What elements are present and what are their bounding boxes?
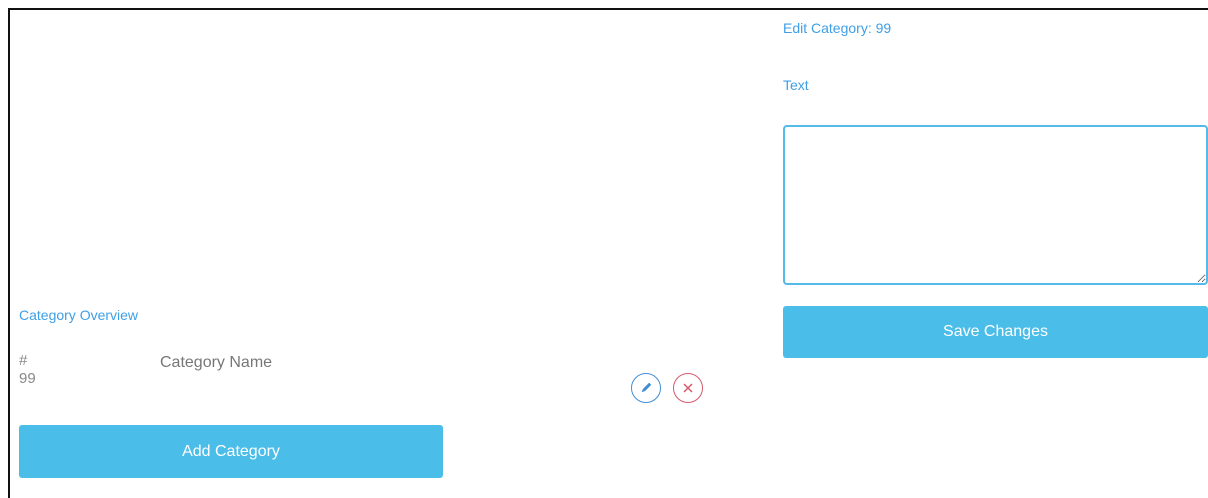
- edit-category-title: Edit Category: 99: [783, 20, 892, 36]
- category-text-input[interactable]: [783, 125, 1208, 285]
- pencil-icon[interactable]: [631, 373, 661, 403]
- category-overview-title: Category Overview: [19, 307, 139, 323]
- add-category-button[interactable]: Add Category: [19, 425, 443, 478]
- close-icon[interactable]: [673, 373, 703, 403]
- close-icon-glyph: [683, 383, 693, 393]
- column-header-category-name: Category Name: [160, 354, 273, 371]
- column-header-id: #: [19, 352, 28, 369]
- text-field-label: Text: [783, 77, 809, 93]
- save-changes-button[interactable]: Save Changes: [783, 306, 1208, 358]
- pencil-icon-glyph: [641, 382, 652, 393]
- table-cell-id: 99: [19, 370, 36, 387]
